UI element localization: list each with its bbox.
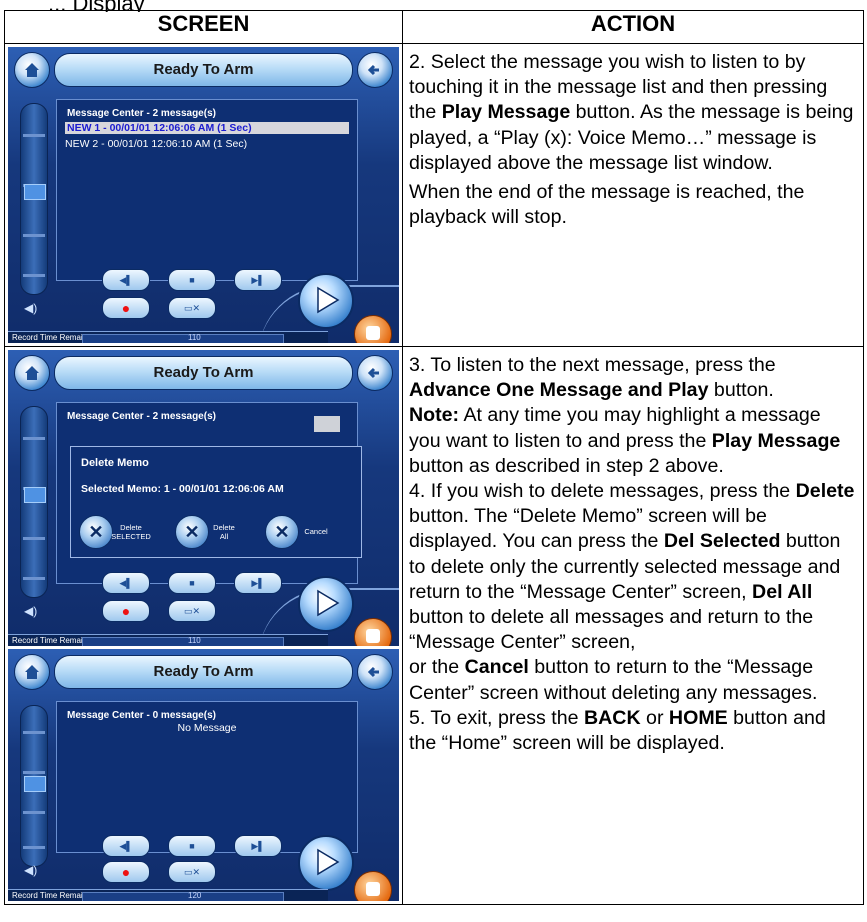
- record-time-value: 120: [188, 891, 202, 900]
- record-time-meter: [82, 637, 284, 646]
- play-message-button[interactable]: [298, 576, 354, 632]
- record-button[interactable]: ●: [102, 600, 150, 622]
- play-icon: [317, 589, 340, 617]
- previous-button[interactable]: ◀▌: [102, 835, 150, 857]
- instruction-table: SCREEN ACTION Ready To Arm Message Cente…: [4, 10, 864, 905]
- device-screen-delete-memo: Ready To Arm Message Center - 2 message(…: [8, 350, 399, 646]
- header-row: SCREEN ACTION: [4, 10, 864, 44]
- action-cell: 3. To listen to the next message, press …: [402, 346, 864, 905]
- message-list: Message Center - 0 message(s) No Message: [56, 701, 358, 853]
- slider-knob[interactable]: [24, 487, 46, 503]
- play-message-button[interactable]: [298, 273, 354, 329]
- record-time-meter: [82, 334, 284, 343]
- dialog-title: Delete Memo: [81, 457, 149, 469]
- step-4-text: 4. If you wish to delete messages, press…: [409, 480, 855, 654]
- delete-button[interactable]: ▭✕: [168, 861, 216, 883]
- screen-cell: Ready To Arm Message Center - 2 message(…: [4, 43, 403, 347]
- record-time-bar: Record Time Remaining 120: [8, 889, 328, 901]
- back-button[interactable]: [357, 654, 393, 690]
- note-text: Note: At any time you may highlight a me…: [409, 404, 841, 477]
- device-screen: Ready To Arm Message Center - 2 message(…: [8, 47, 399, 343]
- stop-button[interactable]: ■: [168, 269, 216, 291]
- play-icon: [317, 848, 340, 876]
- message-list-title: Message Center - 2 message(s): [67, 411, 216, 422]
- back-arrow-icon: [367, 64, 379, 76]
- table-row: Ready To Arm Message Center - 2 message(…: [4, 43, 864, 347]
- message-list: Message Center - 2 message(s) NEW 1 - 00…: [56, 99, 358, 281]
- step-5-text: 5. To exit, press the BACK or HOME butto…: [409, 706, 826, 755]
- volume-slider[interactable]: [20, 705, 48, 867]
- volume-slider[interactable]: [20, 103, 48, 295]
- home-button[interactable]: [14, 52, 50, 88]
- next-button[interactable]: ▶▌: [234, 269, 282, 291]
- delete-button[interactable]: ▭✕: [168, 600, 216, 622]
- home-icon: [25, 63, 39, 77]
- play-icon: [317, 286, 340, 314]
- cancel-button[interactable]: ✕: [265, 515, 299, 549]
- stop-button[interactable]: ■: [168, 572, 216, 594]
- step-3-text: 3. To listen to the next message, press …: [409, 354, 776, 402]
- delete-selected-label: Delete SELECTED: [111, 523, 151, 541]
- next-button[interactable]: ▶▌: [234, 572, 282, 594]
- record-time-value: 110: [188, 636, 201, 645]
- home-icon: [25, 665, 39, 679]
- record-time-value: 110: [188, 333, 201, 342]
- status-title: Ready To Arm: [54, 53, 353, 87]
- cancel-label: Cancel: [304, 527, 328, 536]
- back-button[interactable]: [357, 355, 393, 391]
- list-scroll-thumb[interactable]: [314, 416, 340, 432]
- back-arrow-icon: [367, 666, 379, 678]
- screen-header: SCREEN: [4, 10, 403, 44]
- status-title: Ready To Arm: [54, 356, 353, 390]
- previous-button[interactable]: ◀▌: [102, 269, 150, 291]
- emergency-button[interactable]: [354, 871, 392, 901]
- previous-button[interactable]: ◀▌: [102, 572, 150, 594]
- record-button[interactable]: ●: [102, 861, 150, 883]
- table-row: Ready To Arm Message Center - 2 message(…: [4, 346, 864, 905]
- no-message-text: No Message: [177, 722, 237, 734]
- slider-knob[interactable]: [24, 184, 46, 200]
- slider-knob[interactable]: [24, 776, 46, 792]
- screen-cell: Ready To Arm Message Center - 2 message(…: [4, 346, 403, 905]
- message-list-title: Message Center - 2 message(s): [67, 108, 216, 119]
- volume-slider[interactable]: [20, 406, 48, 598]
- step-2-note: When the end of the message is reached, …: [409, 181, 805, 229]
- dialog-selected-memo: Selected Memo: 1 - 00/01/01 12:06:06 AM: [81, 483, 284, 495]
- speaker-icon: ◀): [24, 301, 38, 315]
- device-screen-empty: Ready To Arm Message Center - 0 message(…: [8, 649, 399, 901]
- status-title: Ready To Arm: [54, 655, 353, 689]
- home-button[interactable]: [14, 355, 50, 391]
- back-arrow-icon: [367, 367, 379, 379]
- home-button[interactable]: [14, 654, 50, 690]
- delete-selected-button[interactable]: ✕: [79, 515, 113, 549]
- record-button[interactable]: ●: [102, 297, 150, 319]
- home-icon: [25, 366, 39, 380]
- list-item[interactable]: NEW 1 - 00/01/01 12:06:06 AM (1 Sec): [65, 122, 349, 134]
- list-item[interactable]: NEW 2 - 00/01/01 12:06:10 AM (1 Sec): [65, 138, 247, 150]
- action-header: ACTION: [402, 10, 864, 44]
- back-button[interactable]: [357, 52, 393, 88]
- speaker-icon: ◀): [24, 863, 38, 877]
- step-4-cancel-text: or the Cancel button to return to the “M…: [409, 656, 818, 704]
- delete-button[interactable]: ▭✕: [168, 297, 216, 319]
- record-time-bar: Record Time Remaining 110: [8, 634, 328, 646]
- delete-all-button[interactable]: ✕: [175, 515, 209, 549]
- record-time-bar: Record Time Remaining 110: [8, 331, 328, 343]
- action-cell: 2. Select the message you wish to listen…: [402, 43, 864, 347]
- delete-all-label: Delete All: [213, 523, 235, 541]
- step-2-text: 2. Select the message you wish to listen…: [409, 51, 854, 174]
- next-button[interactable]: ▶▌: [234, 835, 282, 857]
- stop-button[interactable]: ■: [168, 835, 216, 857]
- record-time-meter: [82, 892, 284, 901]
- message-list-title: Message Center - 0 message(s): [67, 710, 216, 721]
- speaker-icon: ◀): [24, 604, 38, 618]
- play-message-button[interactable]: [298, 835, 354, 891]
- delete-memo-dialog: Delete Memo Selected Memo: 1 - 00/01/01 …: [70, 446, 362, 558]
